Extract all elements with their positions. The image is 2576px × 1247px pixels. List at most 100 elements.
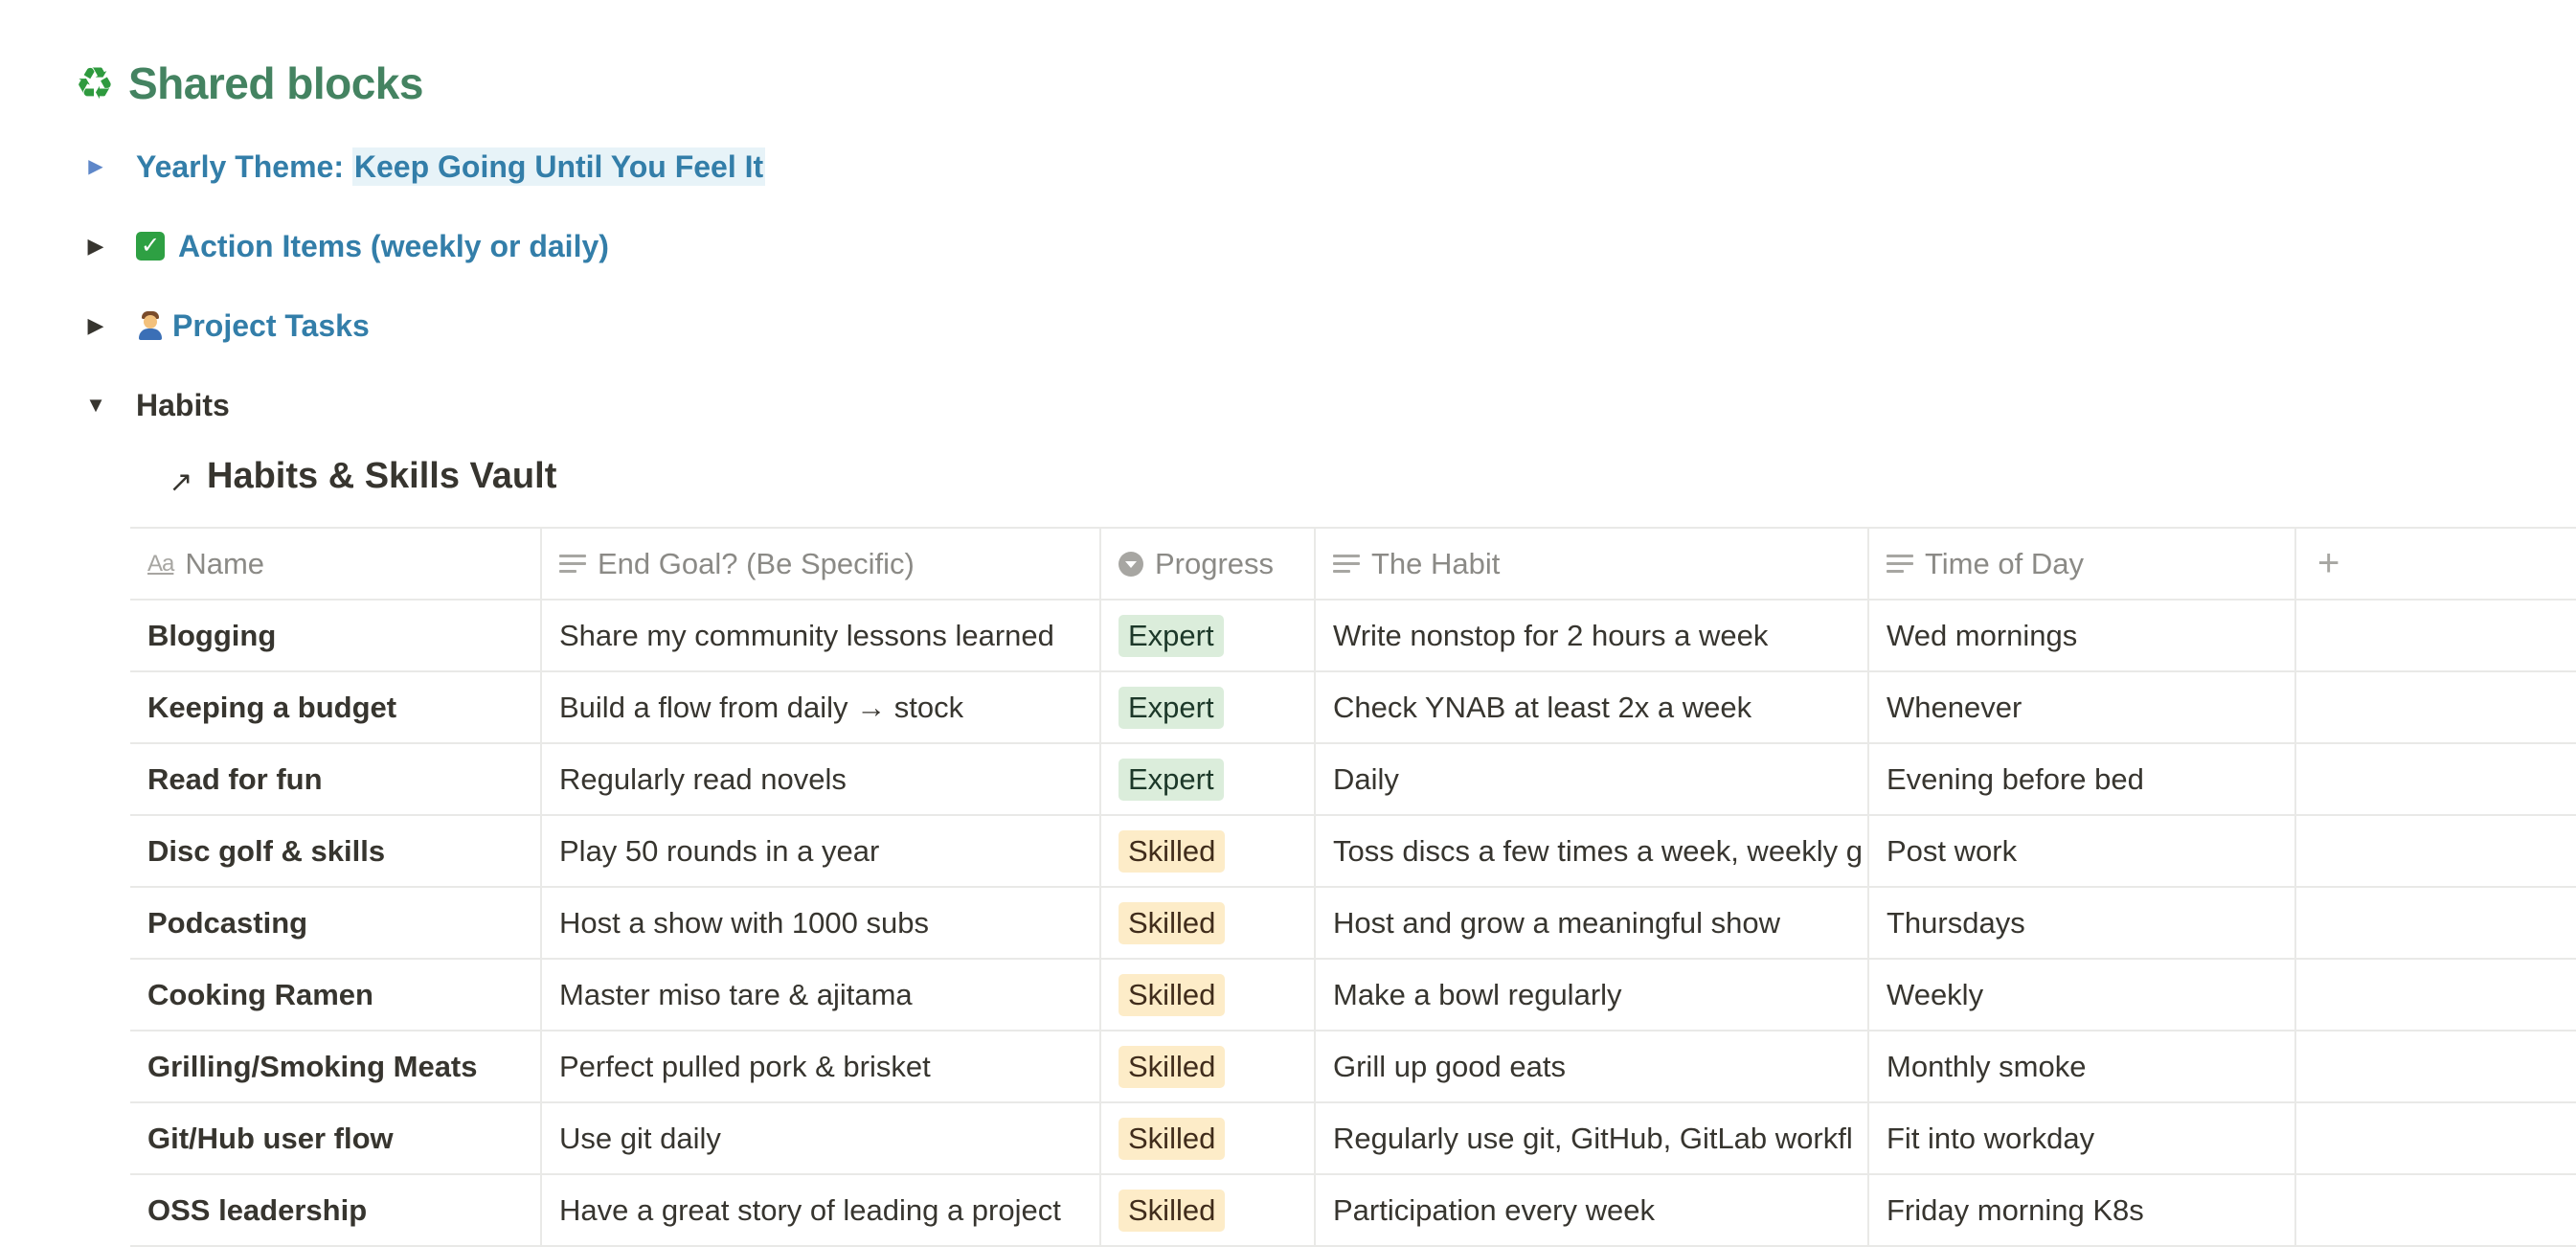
table-row[interactable]: Read for fun Regularly read novels Expert D…: [130, 744, 2576, 816]
add-column-button[interactable]: +: [2296, 529, 2576, 599]
column-header-name[interactable]: Aa Name: [130, 529, 542, 599]
cell-name[interactable]: Grilling/Smoking Meats: [130, 1032, 542, 1101]
cell-time-of-day[interactable]: Wed mornings: [1869, 601, 2296, 670]
cell-empty: [2296, 744, 2576, 814]
toggle-label-text: Project Tasks: [172, 307, 370, 343]
progress-tag: Expert: [1119, 686, 1224, 729]
cell-progress[interactable]: Skilled: [1101, 1175, 1316, 1245]
select-property-icon: [1119, 551, 1143, 577]
text-property-icon: [1333, 555, 1360, 573]
toggle-label[interactable]: Yearly Theme: Keep Going Until You Feel …: [136, 147, 766, 186]
cell-progress[interactable]: Skilled: [1101, 960, 1316, 1030]
habits-table: Aa Name End Goal? (Be Specific) Progress…: [130, 527, 2576, 1247]
cell-end-goal[interactable]: Build a flow from daily → stock: [542, 672, 1101, 742]
table-body: Blogging Share my community lessons learn…: [130, 601, 2576, 1247]
table-row[interactable]: Podcasting Host a show with 1000 subs Skil…: [130, 888, 2576, 960]
cell-name[interactable]: Read for fun: [130, 744, 542, 814]
toggle-project-tasks[interactable]: ▶ Project Tasks: [84, 302, 370, 350]
toggle-yearly-theme[interactable]: ▶ Yearly Theme: Keep Going Until You Fee…: [84, 143, 766, 191]
table-row[interactable]: OSS leadership Have a great story of lead…: [130, 1175, 2576, 1247]
cell-empty: [2296, 1103, 2576, 1173]
toggle-expanded-icon[interactable]: ▼: [84, 395, 107, 416]
toggle-action-items[interactable]: ▶ ✓ Action Items (weekly or daily): [84, 222, 609, 270]
cell-the-habit[interactable]: Check YNAB at least 2x a week: [1316, 672, 1869, 742]
column-label: Name: [185, 546, 265, 580]
table-row[interactable]: Cooking Ramen Master miso tare & ajitama S…: [130, 960, 2576, 1032]
table-header-row: Aa Name End Goal? (Be Specific) Progress…: [130, 529, 2576, 601]
cell-empty: [2296, 888, 2576, 958]
toggle-label[interactable]: ✓ Action Items (weekly or daily): [136, 229, 609, 264]
cell-the-habit[interactable]: Write nonstop for 2 hours a week: [1316, 601, 1869, 670]
cell-the-habit[interactable]: Toss discs a few times a week, weekly g: [1316, 816, 1869, 886]
table-row[interactable]: Grilling/Smoking Meats Perfect pulled por…: [130, 1032, 2576, 1103]
construction-worker-emoji-icon: [136, 311, 165, 340]
toggle-label-text: Habits: [136, 387, 230, 422]
column-label: Time of Day: [1925, 546, 2084, 580]
cell-time-of-day[interactable]: Thursdays: [1869, 888, 2296, 958]
cell-time-of-day[interactable]: Weekly: [1869, 960, 2296, 1030]
column-header-the-habit[interactable]: The Habit: [1316, 529, 1869, 599]
cell-end-goal[interactable]: Perfect pulled pork & brisket: [542, 1032, 1101, 1101]
column-header-time-of-day[interactable]: Time of Day: [1869, 529, 2296, 599]
cell-the-habit[interactable]: Make a bowl regularly: [1316, 960, 1869, 1030]
cell-end-goal[interactable]: Regularly read novels: [542, 744, 1101, 814]
linked-database-title[interactable]: ↗ Habits & Skills Vault: [167, 456, 556, 498]
notion-page: ♻ Shared blocks ▶ Yearly Theme: Keep Goi…: [0, 0, 2576, 1247]
cell-end-goal[interactable]: Have a great story of leading a project: [542, 1175, 1101, 1245]
cell-empty: [2296, 960, 2576, 1030]
toggle-collapsed-icon[interactable]: ▶: [84, 236, 107, 257]
cell-progress[interactable]: Expert: [1101, 672, 1316, 742]
cell-progress[interactable]: Skilled: [1101, 1032, 1316, 1101]
cell-time-of-day[interactable]: Evening before bed: [1869, 744, 2296, 814]
cell-progress[interactable]: Expert: [1101, 601, 1316, 670]
table-row[interactable]: Keeping a budget Build a flow from daily …: [130, 672, 2576, 744]
cell-time-of-day[interactable]: Fit into workday: [1869, 1103, 2296, 1173]
cell-time-of-day[interactable]: Monthly smoke: [1869, 1032, 2296, 1101]
toggle-collapsed-icon[interactable]: ▶: [84, 315, 107, 336]
cell-the-habit[interactable]: Daily: [1316, 744, 1869, 814]
cell-the-habit[interactable]: Grill up good eats: [1316, 1032, 1869, 1101]
toggle-collapsed-icon[interactable]: ▶: [84, 157, 107, 176]
cell-empty: [2296, 672, 2576, 742]
cell-end-goal[interactable]: Use git daily: [542, 1103, 1101, 1173]
cell-end-goal[interactable]: Master miso tare & ajitama: [542, 960, 1101, 1030]
cell-empty: [2296, 1032, 2576, 1101]
cell-time-of-day[interactable]: Whenever: [1869, 672, 2296, 742]
toggle-label[interactable]: Habits: [136, 388, 230, 423]
linked-database-arrow-icon: ↗: [169, 466, 193, 498]
progress-tag: Expert: [1119, 758, 1224, 801]
cell-end-goal[interactable]: Play 50 rounds in a year: [542, 816, 1101, 886]
page-heading: ♻ Shared blocks: [73, 57, 423, 109]
table-row[interactable]: Blogging Share my community lessons learn…: [130, 601, 2576, 672]
cell-the-habit[interactable]: Regularly use git, GitHub, GitLab workfl: [1316, 1103, 1869, 1173]
cell-progress[interactable]: Skilled: [1101, 1103, 1316, 1173]
cell-end-goal[interactable]: Share my community lessons learned: [542, 601, 1101, 670]
text-property-icon: [559, 555, 586, 573]
table-row[interactable]: Git/Hub user flow Use git daily Skilled Reg…: [130, 1103, 2576, 1175]
cell-name[interactable]: OSS leadership: [130, 1175, 542, 1245]
column-header-progress[interactable]: Progress: [1101, 529, 1316, 599]
cell-progress[interactable]: Skilled: [1101, 816, 1316, 886]
cell-end-goal[interactable]: Host a show with 1000 subs: [542, 888, 1101, 958]
column-label: End Goal? (Be Specific): [598, 546, 915, 580]
title-property-icon: Aa: [147, 550, 174, 577]
cell-name[interactable]: Disc golf & skills: [130, 816, 542, 886]
cell-name[interactable]: Keeping a budget: [130, 672, 542, 742]
cell-name[interactable]: Cooking Ramen: [130, 960, 542, 1030]
cell-progress[interactable]: Expert: [1101, 744, 1316, 814]
column-label: The Habit: [1371, 546, 1501, 580]
cell-time-of-day[interactable]: Friday morning K8s: [1869, 1175, 2296, 1245]
cell-empty: [2296, 816, 2576, 886]
toggle-habits[interactable]: ▼ Habits: [84, 381, 230, 429]
column-header-end-goal[interactable]: End Goal? (Be Specific): [542, 529, 1101, 599]
cell-name[interactable]: Git/Hub user flow: [130, 1103, 542, 1173]
table-row[interactable]: Disc golf & skills Play 50 rounds in a ye…: [130, 816, 2576, 888]
cell-progress[interactable]: Skilled: [1101, 888, 1316, 958]
cell-time-of-day[interactable]: Post work: [1869, 816, 2296, 886]
cell-name[interactable]: Blogging: [130, 601, 542, 670]
cell-the-habit[interactable]: Participation every week: [1316, 1175, 1869, 1245]
toggle-label[interactable]: Project Tasks: [136, 308, 370, 344]
database-name[interactable]: Habits & Skills Vault: [207, 456, 556, 497]
cell-the-habit[interactable]: Host and grow a meaningful show: [1316, 888, 1869, 958]
cell-name[interactable]: Podcasting: [130, 888, 542, 958]
